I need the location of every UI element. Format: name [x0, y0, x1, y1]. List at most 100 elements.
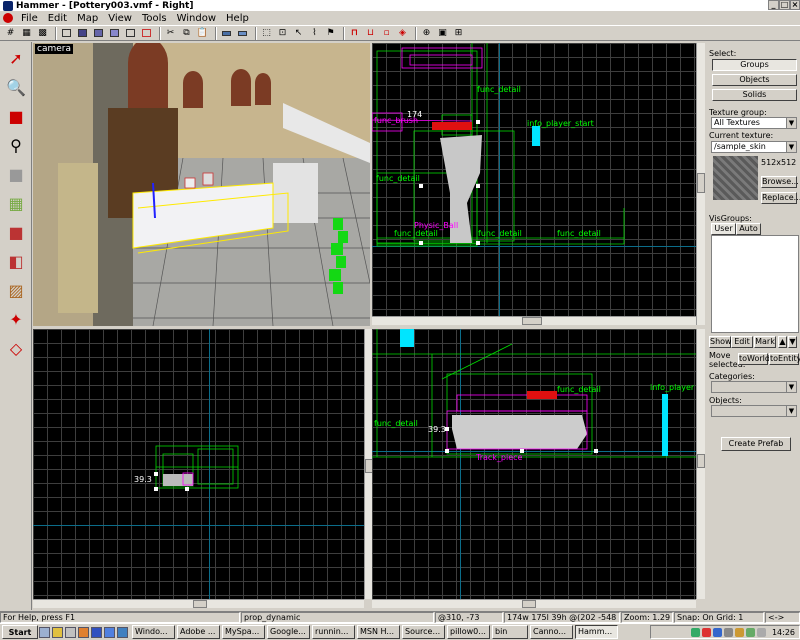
hide-selection-icon[interactable] [220, 27, 233, 39]
hollow-icon[interactable] [140, 27, 153, 39]
textured-view-icon[interactable] [76, 27, 89, 39]
visgroups-list[interactable] [711, 235, 799, 333]
front-2d-viewport[interactable]: 39.3 [33, 329, 364, 599]
menu-edit[interactable]: Edit [43, 13, 72, 24]
volume-icon[interactable] [756, 627, 766, 637]
current-texture-select[interactable]: /sample_skin ▼ [711, 141, 797, 153]
mark-button[interactable]: Mark [754, 336, 776, 348]
grid-larger-icon[interactable]: ▩ [36, 27, 49, 39]
run-map-icon[interactable]: ⊕ [420, 27, 433, 39]
decal-icon[interactable]: ↖ [292, 27, 305, 39]
texture-lock-icon[interactable]: ⊡ [276, 27, 289, 39]
close-button[interactable]: × [790, 0, 800, 10]
tray-icon[interactable] [701, 627, 711, 637]
menu-view[interactable]: View [103, 13, 137, 24]
menu-help[interactable]: Help [221, 13, 254, 24]
ungroup-icon[interactable] [124, 27, 137, 39]
taskbar-button[interactable]: Source... [402, 625, 445, 639]
select-groups-button[interactable]: Groups [712, 59, 797, 71]
scroll-thumb[interactable] [193, 600, 207, 608]
tray-icon[interactable] [734, 627, 744, 637]
categories-select[interactable]: ▼ [711, 381, 797, 393]
arrow-up-icon[interactable]: ▲ [778, 336, 787, 348]
quicklaunch-icon[interactable] [104, 626, 115, 638]
front-view-hscroll[interactable] [33, 599, 364, 608]
entity-tool-icon[interactable]: ⚲ [4, 133, 28, 157]
start-button[interactable]: Start [2, 625, 38, 639]
objects-select[interactable]: ▼ [711, 405, 797, 417]
edit-button[interactable]: Edit [731, 336, 753, 348]
select-solids-button[interactable]: Solids [712, 89, 797, 101]
tray-icon[interactable] [690, 627, 700, 637]
tab-user[interactable]: User [711, 223, 736, 235]
side-view-hscroll[interactable] [372, 599, 696, 608]
check-problems-icon[interactable]: ▫ [380, 27, 393, 39]
create-prefab-button[interactable]: Create Prefab [721, 437, 791, 451]
taskbar-button[interactable]: pillow0... [447, 625, 490, 639]
settings-icon[interactable]: ⊞ [452, 27, 465, 39]
taskbar-button[interactable]: Windo... [132, 625, 175, 639]
camera-viewport[interactable]: camera [33, 43, 370, 326]
grid-smaller-icon[interactable]: ▦ [20, 27, 33, 39]
taskbar-button[interactable]: MSN H... [357, 625, 400, 639]
quicklaunch-icon[interactable] [65, 626, 76, 638]
taskbar-button[interactable]: MySpa... [222, 625, 265, 639]
quicklaunch-icon[interactable] [117, 626, 128, 638]
replace-button[interactable]: Replace... [761, 192, 800, 204]
taskbar-button[interactable]: Adobe ... [177, 625, 220, 639]
menu-tools[interactable]: Tools [137, 13, 172, 24]
tray-icon[interactable] [723, 627, 733, 637]
chevron-down-icon[interactable]: ▼ [786, 118, 796, 128]
taskbar-button[interactable]: bin [492, 625, 528, 639]
arrow-down-icon[interactable]: ▼ [788, 336, 797, 348]
paste-icon[interactable]: 📋 [196, 27, 209, 39]
scroll-thumb[interactable] [522, 317, 542, 325]
show-button[interactable]: Show [709, 336, 732, 348]
3d-grid-icon[interactable] [60, 27, 73, 39]
quicklaunch-icon[interactable] [78, 626, 89, 638]
scroll-thumb[interactable] [522, 600, 536, 608]
copy-icon[interactable]: ⧉ [180, 27, 193, 39]
menu-window[interactable]: Window [172, 13, 221, 24]
overlay-tool-icon[interactable]: ▨ [4, 278, 28, 302]
top-2d-viewport[interactable]: func_detail info_player_start func_detai… [372, 43, 696, 325]
quicklaunch-icon[interactable] [39, 626, 50, 638]
map-info-icon[interactable]: ◈ [396, 27, 409, 39]
decal-tool-icon[interactable]: ◧ [4, 249, 28, 273]
minimize-button[interactable]: _ [768, 0, 779, 10]
menu-file[interactable]: File [16, 13, 43, 24]
tray-icon[interactable] [745, 627, 755, 637]
chevron-down-icon[interactable]: ▼ [786, 406, 796, 416]
top-view-vscroll[interactable] [696, 43, 705, 325]
taskbar-button[interactable]: runnin... [312, 625, 355, 639]
clipping-tool-icon[interactable]: ✦ [4, 307, 28, 331]
entity-report-icon[interactable]: ⊔ [364, 27, 377, 39]
auto-select-icon[interactable]: ⌇ [308, 27, 321, 39]
cut-icon[interactable]: ✂ [164, 27, 177, 39]
grid-icon[interactable]: # [4, 27, 17, 39]
chevron-down-icon[interactable]: ▼ [786, 382, 796, 392]
block-tool-icon[interactable]: ■ [4, 162, 28, 186]
maximize-button[interactable]: □ [779, 0, 790, 10]
scroll-thumb[interactable] [697, 173, 705, 193]
taskbar-button-active[interactable]: Hamm... [575, 625, 618, 639]
tab-auto[interactable]: Auto [736, 223, 761, 235]
chevron-down-icon[interactable]: ▼ [786, 142, 796, 152]
menu-map[interactable]: Map [72, 13, 103, 24]
side-view-vscroll[interactable] [696, 329, 705, 599]
side-2d-viewport[interactable]: func_detail info_player Track_piece func… [372, 329, 696, 599]
scroll-thumb[interactable] [697, 454, 705, 468]
texture-group-select[interactable]: All Textures ▼ [711, 117, 797, 129]
apply-texture-icon[interactable]: ■ [4, 220, 28, 244]
to-world-button[interactable]: toWorld [738, 353, 770, 365]
quicklaunch-icon[interactable] [91, 626, 102, 638]
vertex-tool-icon[interactable]: ◇ [4, 336, 28, 360]
unhide-icon[interactable] [236, 27, 249, 39]
top-view-hscroll[interactable] [372, 316, 696, 325]
taskbar-button[interactable]: Canno... [530, 625, 573, 639]
taskbar-button[interactable]: Google... [267, 625, 310, 639]
to-entity-button[interactable]: toEntity [769, 353, 800, 365]
compile-icon[interactable]: ▣ [436, 27, 449, 39]
group-icon[interactable] [108, 27, 121, 39]
helpers-icon[interactable]: ⚑ [324, 27, 337, 39]
